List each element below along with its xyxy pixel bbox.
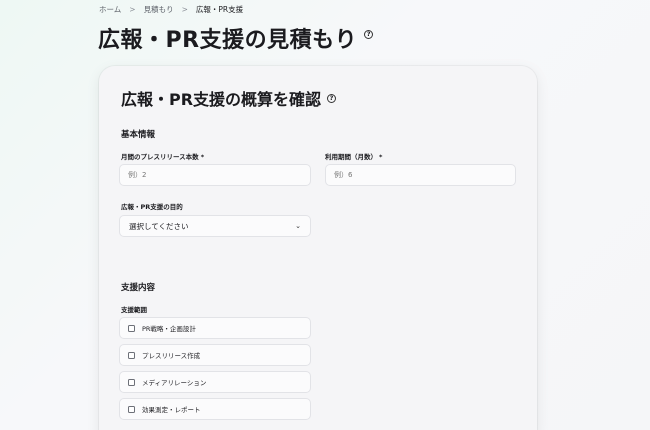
breadcrumb-home[interactable]: ホーム: [99, 4, 121, 15]
support-option-media-relations[interactable]: メディアリレーション: [119, 371, 311, 393]
usage-period-label-text: 利用期間（月数）: [325, 153, 377, 161]
checkbox[interactable]: [128, 324, 135, 332]
chevron-down-icon: ⌄: [295, 222, 301, 230]
breadcrumb-estimate[interactable]: 見積もり: [144, 4, 174, 15]
breadcrumb-current: 広報・PR支援: [195, 5, 244, 14]
usage-period-input[interactable]: [325, 164, 516, 186]
required-mark: *: [379, 153, 383, 161]
support-option-pr-strategy[interactable]: PR戦略・企画設計: [119, 317, 311, 339]
checkbox[interactable]: [128, 378, 135, 386]
breadcrumb-separator: >: [181, 5, 188, 14]
press-release-count-label-text: 月間のプレスリリース本数: [121, 153, 199, 161]
estimate-card: 広報・PR支援の概算を確認 ? 基本情報 月間のプレスリリース本数* 利用期間（…: [99, 66, 537, 430]
support-option-label: PR戦略・企画設計: [142, 325, 196, 333]
breadcrumb-separator: >: [129, 5, 136, 14]
page-header: 広報・PR支援の見積もり ?: [98, 22, 374, 54]
usage-period-label: 利用期間（月数） *: [325, 151, 382, 161]
press-release-count-label: 月間のプレスリリース本数 *: [121, 151, 204, 161]
support-option-label: プレスリリース作成: [142, 352, 201, 360]
breadcrumb: ホーム > 見積もり > 広報・PR支援: [99, 4, 243, 15]
support-option-measurement[interactable]: 効果測定・レポート: [119, 398, 311, 420]
card-title: 広報・PR支援の概算を確認: [121, 90, 322, 109]
checkbox[interactable]: [128, 351, 135, 359]
help-icon[interactable]: ?: [327, 93, 337, 103]
help-icon[interactable]: ?: [364, 29, 374, 39]
support-option-label: メディアリレーション: [142, 379, 207, 387]
support-scope-label: 支援範囲: [121, 306, 147, 314]
purpose-select-value: 選択してください: [129, 221, 189, 231]
support-option-label: 効果測定・レポート: [142, 406, 201, 414]
required-mark: *: [200, 153, 205, 161]
support-heading: 支援内容: [121, 283, 156, 293]
press-release-count-input[interactable]: [119, 164, 311, 186]
checkbox[interactable]: [128, 405, 135, 413]
purpose-select[interactable]: 選択してください ⌄: [119, 215, 311, 237]
basic-info-heading: 基本情報: [121, 130, 156, 140]
support-option-press-release[interactable]: プレスリリース作成: [119, 344, 311, 366]
card-header: 広報・PR支援の概算を確認 ?: [121, 86, 337, 110]
page-title: 広報・PR支援の見積もり: [98, 28, 358, 53]
purpose-label: 広報・PR支援の目的: [121, 203, 183, 211]
